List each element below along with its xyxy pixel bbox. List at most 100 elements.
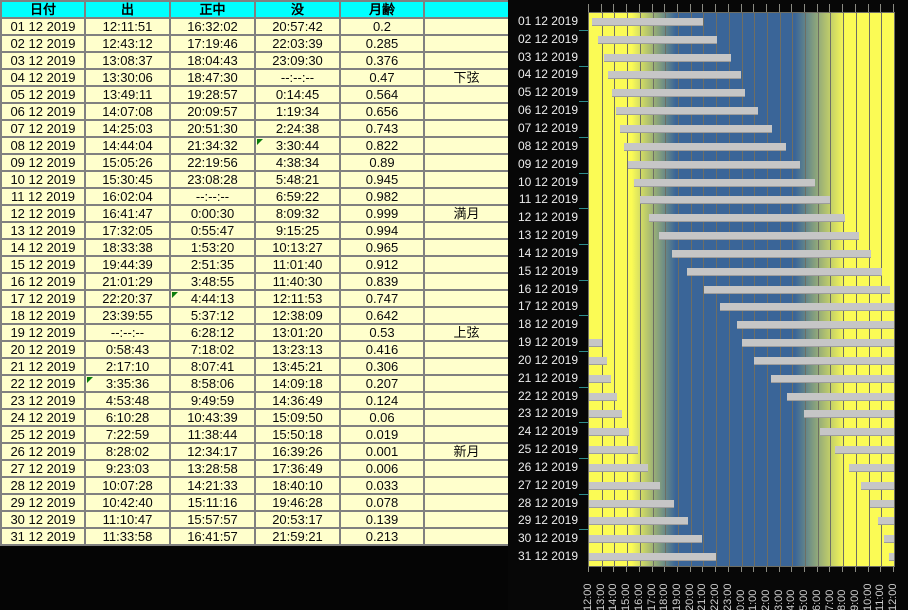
cell-transit[interactable]: 17:19:46 <box>169 34 256 53</box>
cell-age[interactable]: 0.207 <box>339 374 425 393</box>
cell-set[interactable]: 15:09:50 <box>254 408 341 427</box>
cell-phase[interactable] <box>423 187 510 206</box>
cell-date[interactable]: 28 12 2019 <box>0 476 86 495</box>
cell-rise[interactable]: 13:08:37 <box>84 51 171 70</box>
cell-phase[interactable] <box>423 493 510 512</box>
cell-set[interactable]: 13:01:20 <box>254 323 341 342</box>
cell-set[interactable]: 6:59:22 <box>254 187 341 206</box>
cell-transit[interactable]: 8:07:41 <box>169 357 256 376</box>
cell-transit[interactable]: 0:55:47 <box>169 221 256 240</box>
cell-transit[interactable]: 16:32:02 <box>169 17 256 36</box>
cell-set[interactable]: 21:59:21 <box>254 527 341 546</box>
cell-phase[interactable] <box>423 85 510 104</box>
cell-set[interactable]: 16:39:26 <box>254 442 341 461</box>
cell-rise[interactable]: 19:44:39 <box>84 255 171 274</box>
cell-age[interactable]: 0.912 <box>339 255 425 274</box>
cell-phase[interactable]: 新月 <box>423 442 510 461</box>
cell-set[interactable]: 1:19:34 <box>254 102 341 121</box>
cell-phase[interactable] <box>423 391 510 410</box>
cell-phase[interactable]: 下弦 <box>423 68 510 87</box>
cell-phase[interactable] <box>423 170 510 189</box>
cell-rise[interactable]: 10:07:28 <box>84 476 171 495</box>
cell-transit[interactable]: 22:19:56 <box>169 153 256 172</box>
cell-phase[interactable] <box>423 102 510 121</box>
cell-date[interactable]: 23 12 2019 <box>0 391 86 410</box>
cell-age[interactable]: 0.06 <box>339 408 425 427</box>
cell-set[interactable]: 2:24:38 <box>254 119 341 138</box>
cell-rise[interactable]: --:--:-- <box>84 323 171 342</box>
cell-transit[interactable]: 10:43:39 <box>169 408 256 427</box>
cell-date[interactable]: 13 12 2019 <box>0 221 86 240</box>
cell-date[interactable]: 02 12 2019 <box>0 34 86 53</box>
cell-phase[interactable] <box>423 374 510 393</box>
cell-date[interactable]: 12 12 2019 <box>0 204 86 223</box>
cell-set[interactable]: 10:13:27 <box>254 238 341 257</box>
cell-transit[interactable]: 20:51:30 <box>169 119 256 138</box>
cell-rise[interactable]: 6:10:28 <box>84 408 171 427</box>
cell-rise[interactable]: 11:33:58 <box>84 527 171 546</box>
cell-phase[interactable] <box>423 119 510 138</box>
cell-phase[interactable] <box>423 17 510 36</box>
cell-rise[interactable]: 2:17:10 <box>84 357 171 376</box>
cell-set[interactable]: 8:09:32 <box>254 204 341 223</box>
cell-age[interactable]: 0.285 <box>339 34 425 53</box>
cell-age[interactable]: 0.306 <box>339 357 425 376</box>
cell-phase[interactable]: 上弦 <box>423 323 510 342</box>
cell-transit[interactable]: 8:58:06 <box>169 374 256 393</box>
cell-date[interactable]: 19 12 2019 <box>0 323 86 342</box>
cell-rise[interactable]: 3:35:36 <box>84 374 171 393</box>
cell-rise[interactable]: 17:32:05 <box>84 221 171 240</box>
cell-age[interactable]: 0.564 <box>339 85 425 104</box>
cell-rise[interactable]: 13:49:11 <box>84 85 171 104</box>
cell-age[interactable]: 0.2 <box>339 17 425 36</box>
cell-phase[interactable] <box>423 527 510 546</box>
cell-phase[interactable] <box>423 476 510 495</box>
cell-age[interactable]: 0.213 <box>339 527 425 546</box>
cell-rise[interactable]: 14:25:03 <box>84 119 171 138</box>
cell-date[interactable]: 24 12 2019 <box>0 408 86 427</box>
cell-date[interactable]: 07 12 2019 <box>0 119 86 138</box>
cell-age[interactable]: 0.47 <box>339 68 425 87</box>
cell-rise[interactable]: 0:58:43 <box>84 340 171 359</box>
cell-date[interactable]: 08 12 2019 <box>0 136 86 155</box>
cell-phase[interactable] <box>423 306 510 325</box>
cell-set[interactable]: 11:01:40 <box>254 255 341 274</box>
cell-rise[interactable]: 8:28:02 <box>84 442 171 461</box>
cell-transit[interactable]: 9:49:59 <box>169 391 256 410</box>
cell-date[interactable]: 05 12 2019 <box>0 85 86 104</box>
cell-transit[interactable]: 7:18:02 <box>169 340 256 359</box>
cell-transit[interactable]: 1:53:20 <box>169 238 256 257</box>
cell-transit[interactable]: 4:44:13 <box>169 289 256 308</box>
cell-age[interactable]: 0.747 <box>339 289 425 308</box>
cell-date[interactable]: 10 12 2019 <box>0 170 86 189</box>
cell-date[interactable]: 21 12 2019 <box>0 357 86 376</box>
cell-transit[interactable]: 18:04:43 <box>169 51 256 70</box>
cell-date[interactable]: 01 12 2019 <box>0 17 86 36</box>
cell-age[interactable]: 0.642 <box>339 306 425 325</box>
cell-set[interactable]: 19:46:28 <box>254 493 341 512</box>
cell-rise[interactable]: 14:07:08 <box>84 102 171 121</box>
cell-date[interactable]: 09 12 2019 <box>0 153 86 172</box>
cell-phase[interactable] <box>423 408 510 427</box>
cell-age[interactable]: 0.006 <box>339 459 425 478</box>
cell-set[interactable]: 12:11:53 <box>254 289 341 308</box>
cell-date[interactable]: 04 12 2019 <box>0 68 86 87</box>
cell-set[interactable]: 15:50:18 <box>254 425 341 444</box>
cell-age[interactable]: 0.376 <box>339 51 425 70</box>
cell-phase[interactable] <box>423 34 510 53</box>
cell-phase[interactable] <box>423 238 510 257</box>
cell-rise[interactable]: 4:53:48 <box>84 391 171 410</box>
cell-age[interactable]: 0.019 <box>339 425 425 444</box>
cell-transit[interactable]: 21:34:32 <box>169 136 256 155</box>
cell-date[interactable]: 22 12 2019 <box>0 374 86 393</box>
cell-transit[interactable]: 23:08:28 <box>169 170 256 189</box>
cell-set[interactable]: 14:09:18 <box>254 374 341 393</box>
cell-age[interactable]: 0.822 <box>339 136 425 155</box>
cell-rise[interactable]: 18:33:38 <box>84 238 171 257</box>
cell-age[interactable]: 0.945 <box>339 170 425 189</box>
cell-rise[interactable]: 21:01:29 <box>84 272 171 291</box>
cell-transit[interactable]: 11:38:44 <box>169 425 256 444</box>
cell-phase[interactable] <box>423 289 510 308</box>
cell-age[interactable]: 0.001 <box>339 442 425 461</box>
cell-date[interactable]: 06 12 2019 <box>0 102 86 121</box>
